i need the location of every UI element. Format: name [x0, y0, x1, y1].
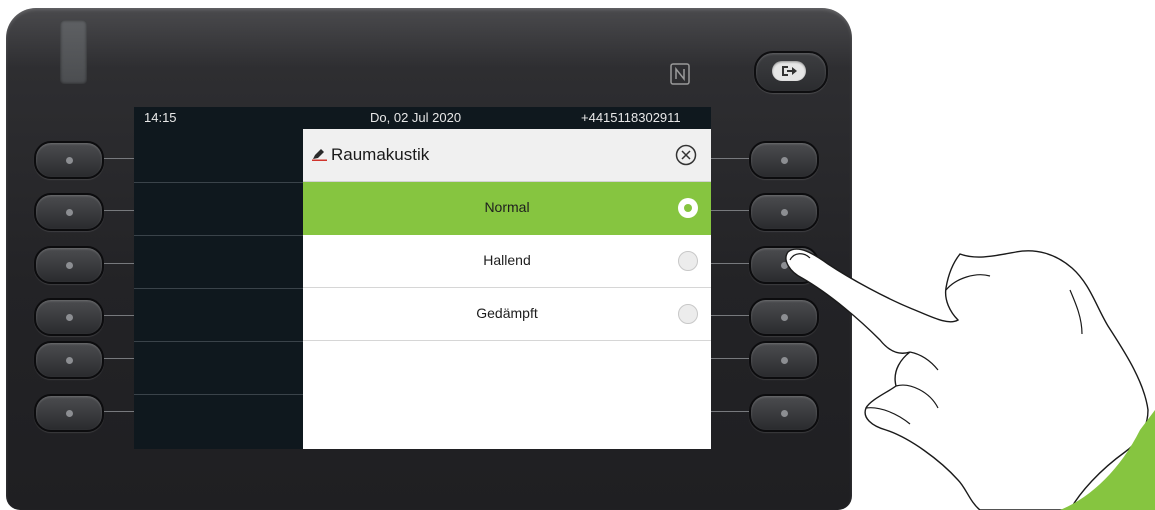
status-date: Do, 02 Jul 2020 [370, 110, 462, 125]
option-label: Normal [484, 199, 530, 215]
radio-selected-icon [678, 198, 698, 218]
display-screen: 14:15 Do, 02 Jul 2020 +4415118302911 Rau… [134, 107, 711, 449]
right-softkey-2[interactable] [749, 193, 819, 231]
left-softkey-5[interactable] [34, 341, 104, 379]
radio-icon [678, 304, 698, 324]
left-softkey-1[interactable] [34, 141, 104, 179]
pencil-icon [312, 149, 327, 161]
logout-button[interactable] [754, 51, 828, 93]
divider [134, 235, 303, 236]
key-connector [100, 411, 134, 412]
divider [134, 182, 303, 183]
radio-icon [678, 251, 698, 271]
divider [134, 288, 303, 289]
key-connector [711, 411, 751, 412]
left-softkey-3[interactable] [34, 246, 104, 284]
nfc-icon [670, 63, 690, 85]
option-gedaempft[interactable]: Gedämpft [303, 288, 711, 341]
divider [134, 341, 303, 342]
option-label: Gedämpft [476, 305, 538, 321]
selection-dialog: Raumakustik Normal Hallend Gedämpft [303, 129, 711, 449]
right-softkey-1[interactable] [749, 141, 819, 179]
key-connector [711, 210, 751, 211]
key-connector [711, 358, 751, 359]
key-connector [100, 315, 134, 316]
left-key-panel [134, 129, 303, 449]
key-connector [711, 158, 751, 159]
key-connector [100, 358, 134, 359]
option-normal[interactable]: Normal [303, 182, 711, 235]
key-connector [100, 210, 134, 211]
left-softkey-4[interactable] [34, 298, 104, 336]
green-corner-decoration [1060, 410, 1155, 510]
status-bar: 14:15 Do, 02 Jul 2020 +4415118302911 [134, 107, 711, 129]
dialog-header: Raumakustik [303, 129, 711, 182]
key-connector [711, 263, 751, 264]
key-connector [100, 263, 134, 264]
close-circle-icon[interactable] [675, 144, 697, 166]
left-softkey-6[interactable] [34, 394, 104, 432]
status-time: 14:15 [144, 110, 177, 125]
option-label: Hallend [483, 252, 531, 268]
key-connector [711, 315, 751, 316]
message-led [60, 20, 87, 84]
logout-icon [782, 66, 797, 76]
option-hallend[interactable]: Hallend [303, 235, 711, 288]
status-number: +4415118302911 [581, 110, 681, 125]
divider [134, 394, 303, 395]
left-softkey-2[interactable] [34, 193, 104, 231]
key-connector [100, 158, 134, 159]
dialog-title: Raumakustik [331, 145, 430, 164]
